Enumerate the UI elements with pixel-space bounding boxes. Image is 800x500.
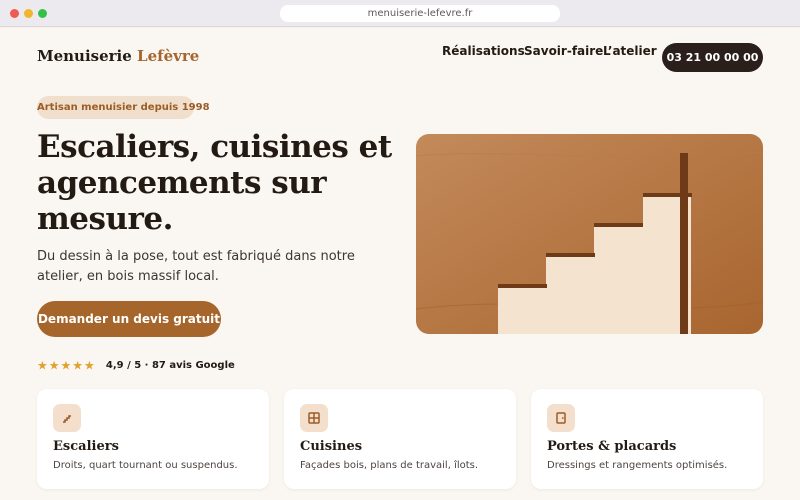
page: Menuiserie Lefèvre Réalisations Savoir-f… [0, 28, 800, 500]
service-description: Façades bois, plans de travail, îlots. [300, 460, 479, 471]
maximize-window-button[interactable] [38, 9, 47, 18]
staircase-illustration [416, 134, 763, 334]
logo-accent-text: Lefèvre [137, 47, 200, 65]
service-card-portes[interactable]: Portes & placards Dressings et rangement… [531, 389, 763, 489]
nav-link-savoir-faire[interactable]: Savoir-faire [524, 44, 603, 58]
door-icon [547, 404, 575, 432]
service-title: Portes & placards [547, 439, 677, 454]
hero-headline: Escaliers, cuisines et agencements sur m… [37, 129, 392, 237]
experience-badge: Artisan menuisier depuis 1998 [37, 96, 210, 119]
hero-staircase-illustration [416, 134, 763, 334]
service-title: Cuisines [300, 439, 363, 454]
nav-link-realisations[interactable]: Réalisations [442, 44, 525, 58]
staircase-post [680, 153, 688, 334]
service-card-escaliers[interactable]: Escaliers Droits, quart tournant ou susp… [37, 389, 269, 489]
quote-request-button[interactable]: Demander un devis gratuit [37, 301, 221, 337]
nav-link-atelier[interactable]: L’atelier [603, 44, 657, 58]
phone-button[interactable]: 03 21 00 00 00 [662, 43, 763, 72]
service-description: Droits, quart tournant ou suspendus. [53, 460, 238, 471]
stairs-icon [53, 404, 81, 432]
step-nosing [498, 284, 547, 288]
cabinet-icon [300, 404, 328, 432]
browser-chrome: menuiserie-lefevre.fr [0, 0, 800, 27]
hero-subhead: Du dessin à la pose, tout est fabriqué d… [37, 249, 355, 284]
logo-main-text: Menuiserie [37, 47, 132, 65]
step-nosing [546, 253, 595, 257]
service-card-cuisines[interactable]: Cuisines Façades bois, plans de travail,… [284, 389, 516, 489]
minimize-window-button[interactable] [24, 9, 33, 18]
address-bar[interactable]: menuiserie-lefevre.fr [280, 5, 560, 22]
service-title: Escaliers [53, 439, 119, 454]
close-window-button[interactable] [10, 9, 19, 18]
step-nosing [594, 223, 643, 227]
rating-text: 4,9 / 5 · 87 avis Google [105, 360, 235, 371]
site-logo[interactable]: Menuiserie Lefèvre [37, 47, 199, 65]
rating-summary: ★★★★★ 4,9 / 5 · 87 avis Google [37, 355, 235, 373]
service-description: Dressings et rangements optimisés. [547, 460, 728, 471]
rating-stars-icon: ★★★★★ [37, 358, 96, 373]
